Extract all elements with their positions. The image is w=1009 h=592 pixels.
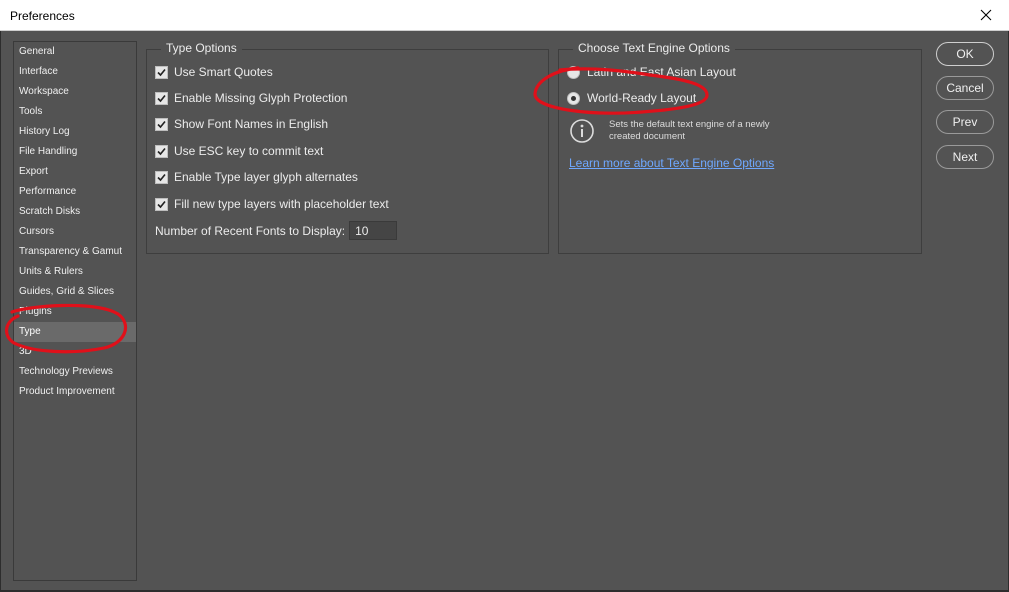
checkmark-icon — [157, 147, 166, 155]
checkbox-box — [155, 65, 168, 79]
engine-info-text: Sets the default text engine of a newly … — [609, 119, 770, 142]
latin-east-asian-radio[interactable]: Latin and East Asian Layout — [567, 63, 736, 81]
checkmark-icon — [157, 68, 166, 76]
sidebar-item-product-improvement[interactable]: Product Improvement — [14, 382, 136, 402]
engine-info: Sets the default text engine of a newly … — [569, 118, 799, 144]
checkmark-icon — [157, 120, 166, 128]
checkbox-label: Use Smart Quotes — [174, 65, 273, 79]
placeholder-text-checkbox[interactable]: Fill new type layers with placeholder te… — [155, 195, 389, 213]
type-options-group: Type Options Use Smart Quotes Enable Mis… — [146, 41, 549, 254]
radio-label: Latin and East Asian Layout — [587, 65, 736, 79]
checkbox-label: Use ESC key to commit text — [174, 144, 324, 158]
sidebar-item-export[interactable]: Export — [14, 162, 136, 182]
sidebar-item-scratch-disks[interactable]: Scratch Disks — [14, 202, 136, 222]
radio-label: World-Ready Layout — [587, 91, 697, 105]
recent-fonts-input[interactable] — [349, 221, 398, 240]
glyph-alternates-checkbox[interactable]: Enable Type layer glyph alternates — [155, 168, 358, 186]
checkbox-box — [155, 91, 168, 105]
checkmark-icon — [157, 173, 166, 181]
info-icon — [570, 119, 594, 143]
dialog-body: General Interface Workspace Tools Histor… — [1, 31, 1007, 590]
sidebar-item-file-handling[interactable]: File Handling — [14, 142, 136, 162]
preferences-sidebar: General Interface Workspace Tools Histor… — [13, 41, 137, 581]
ok-button[interactable]: OK — [936, 42, 994, 66]
close-icon — [980, 9, 992, 21]
cancel-button[interactable]: Cancel — [936, 76, 994, 100]
sidebar-item-cursors[interactable]: Cursors — [14, 222, 136, 242]
text-engine-legend: Choose Text Engine Options — [573, 41, 735, 55]
sidebar-item-history-log[interactable]: History Log — [14, 122, 136, 142]
checkmark-icon — [157, 200, 166, 208]
radio-button — [567, 65, 580, 79]
sidebar-item-general[interactable]: General — [14, 42, 136, 62]
title-bar: Preferences — [0, 0, 1009, 31]
sidebar-item-performance[interactable]: Performance — [14, 182, 136, 202]
sidebar-item-workspace[interactable]: Workspace — [14, 82, 136, 102]
text-engine-group: Choose Text Engine Options Latin and Eas… — [558, 41, 922, 254]
font-names-english-checkbox[interactable]: Show Font Names in English — [155, 115, 328, 133]
checkmark-icon — [157, 94, 166, 102]
sidebar-item-tools[interactable]: Tools — [14, 102, 136, 122]
recent-fonts-row: Number of Recent Fonts to Display: — [155, 221, 398, 240]
checkbox-box — [155, 170, 168, 184]
recent-fonts-label: Number of Recent Fonts to Display: — [155, 223, 346, 238]
checkbox-label: Show Font Names in English — [174, 117, 329, 131]
sidebar-item-transparency-gamut[interactable]: Transparency & Gamut — [14, 242, 136, 262]
sidebar-item-plugins[interactable]: Plugins — [14, 302, 136, 322]
type-options-legend: Type Options — [161, 41, 242, 55]
radio-button — [567, 91, 580, 105]
esc-commit-text-checkbox[interactable]: Use ESC key to commit text — [155, 142, 323, 160]
sidebar-item-interface[interactable]: Interface — [14, 62, 136, 82]
checkbox-label: Enable Type layer glyph alternates — [174, 170, 358, 184]
sidebar-item-technology-previews[interactable]: Technology Previews — [14, 362, 136, 382]
sidebar-item-type[interactable]: Type — [14, 322, 136, 342]
checkbox-box — [155, 144, 168, 158]
use-smart-quotes-checkbox[interactable]: Use Smart Quotes — [155, 63, 273, 81]
missing-glyph-protection-checkbox[interactable]: Enable Missing Glyph Protection — [155, 89, 347, 107]
sidebar-item-units-rulers[interactable]: Units & Rulers — [14, 262, 136, 282]
checkbox-box — [155, 197, 168, 211]
checkbox-label: Enable Missing Glyph Protection — [174, 91, 348, 105]
sidebar-item-3d[interactable]: 3D — [14, 342, 136, 362]
close-button[interactable] — [963, 0, 1009, 30]
sidebar-item-guides-grid-slices[interactable]: Guides, Grid & Slices — [14, 282, 136, 302]
prev-button[interactable]: Prev — [936, 110, 994, 134]
learn-more-link[interactable]: Learn more about Text Engine Options — [569, 156, 774, 170]
world-ready-radio[interactable]: World-Ready Layout — [567, 89, 696, 107]
checkbox-label: Fill new type layers with placeholder te… — [174, 197, 389, 211]
checkbox-box — [155, 117, 168, 131]
next-button[interactable]: Next — [936, 145, 994, 169]
window-title: Preferences — [10, 9, 75, 23]
